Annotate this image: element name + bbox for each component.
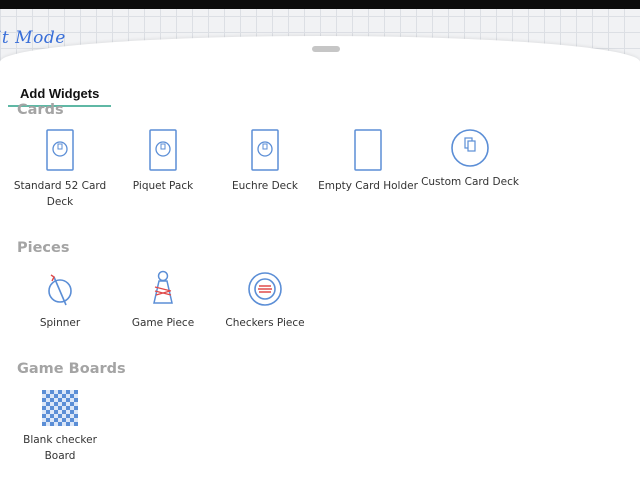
card-deck-icon [251, 129, 279, 171]
widget-custom-card-deck[interactable]: Custom Card Deck [418, 128, 522, 190]
widget-label: Spinner [39, 317, 81, 329]
checkers-piece-icon [248, 272, 282, 306]
widget-piquet-pack[interactable]: Piquet Pack [111, 128, 215, 194]
widget-label: Standard 52 Card Deck [13, 180, 107, 208]
widget-label: Piquet Pack [132, 180, 194, 192]
widget-label: Blank checker Board [23, 434, 97, 462]
section-title-cards: Cards [17, 102, 64, 118]
widget-euchre-deck[interactable]: Euchre Deck [213, 128, 317, 194]
widget-checkers-piece[interactable]: Checkers Piece [213, 269, 317, 331]
widget-label: Euchre Deck [232, 180, 298, 192]
section-title-pieces: Pieces [17, 240, 70, 256]
widget-label: Custom Card Deck [421, 176, 519, 188]
widget-label: Empty Card Holder [318, 180, 418, 192]
mode-label: it Mode [0, 28, 66, 48]
widget-blank-checker-board[interactable]: Blank checker Board [8, 390, 112, 464]
widget-game-piece[interactable]: Game Piece [111, 269, 215, 331]
widget-standard-52-card-deck[interactable]: Standard 52 Card Deck [8, 128, 112, 210]
card-deck-icon [46, 129, 74, 171]
game-piece-icon [153, 270, 173, 304]
widget-spinner[interactable]: Spinner [8, 269, 112, 331]
empty-card-holder-icon [354, 129, 382, 171]
add-widgets-sheet: Add Widgets Cards Standard 52 Card Deck … [0, 36, 640, 480]
sheet-drag-handle[interactable] [312, 46, 340, 52]
widget-empty-card-holder[interactable]: Empty Card Holder [316, 128, 420, 194]
sheet-title: Add Widgets [20, 86, 100, 101]
custom-card-deck-icon [451, 129, 489, 167]
section-title-game-boards: Game Boards [17, 361, 126, 377]
widget-label: Checkers Piece [225, 317, 305, 329]
checker-board-icon [42, 390, 78, 426]
widget-label: Game Piece [131, 317, 195, 329]
card-deck-icon [149, 129, 177, 171]
top-status-bar [0, 0, 640, 9]
spinner-icon [48, 274, 72, 306]
